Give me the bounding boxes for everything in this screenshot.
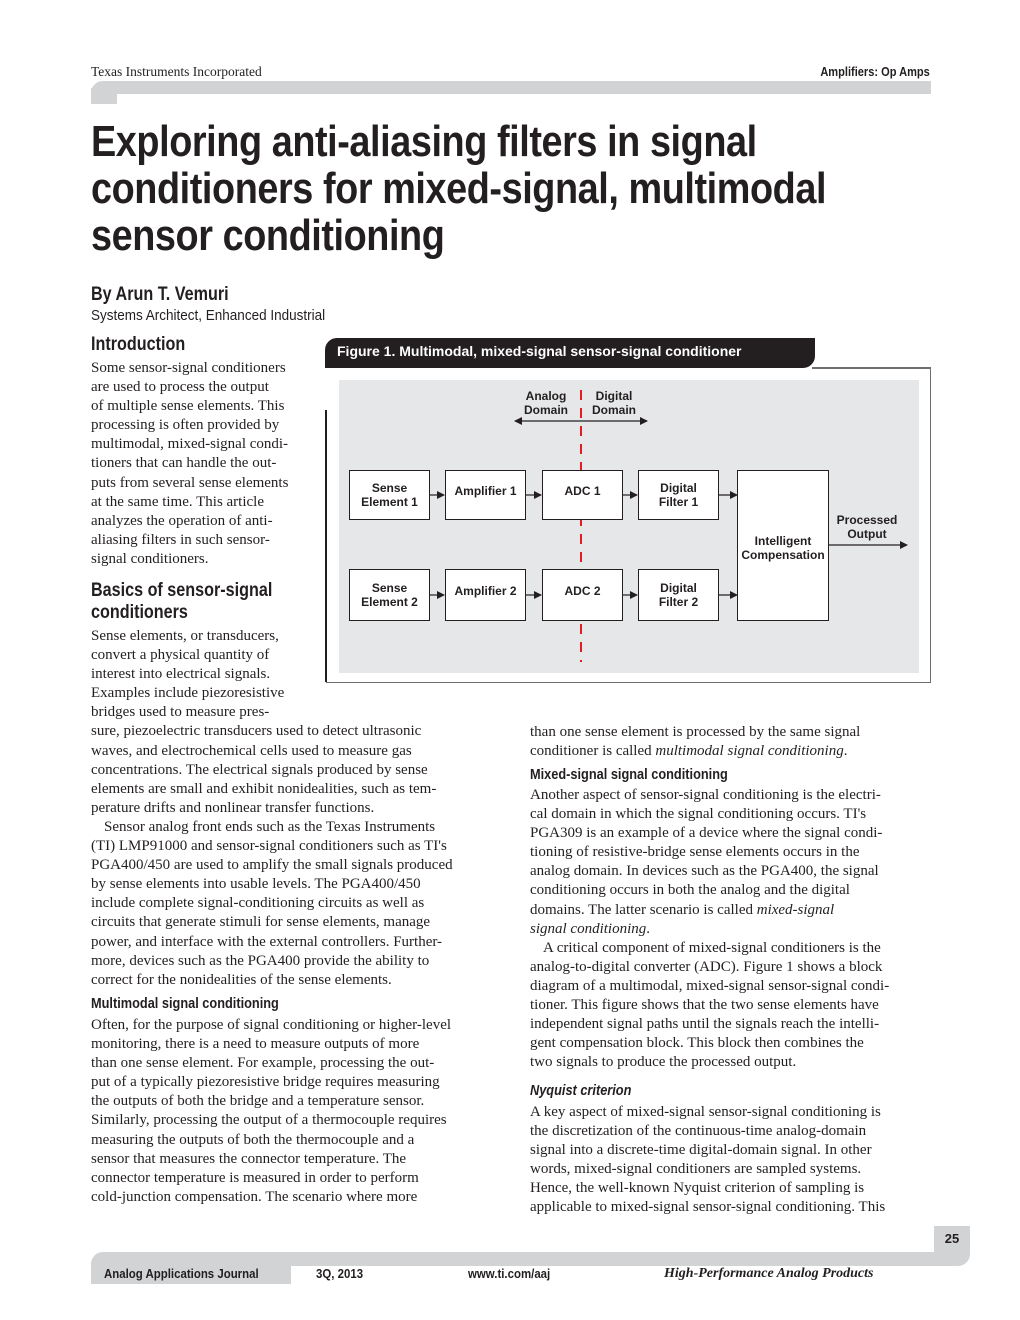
block-line: Amplifier 1	[454, 484, 517, 498]
text-line: gent compensation block. This block then…	[530, 1035, 864, 1052]
term-multimodal: multimodal signal conditioning	[655, 743, 844, 760]
processed-output-label: Processed Output	[828, 513, 906, 541]
text-line: independent signal paths until the signa…	[530, 1016, 880, 1033]
text-line: applicable to mixed-signal sensor-signal…	[530, 1199, 886, 1216]
text-line: analog-to-digital converter (ADC). Figur…	[530, 958, 883, 975]
text-line: monitoring, there is a need to measure o…	[91, 1036, 420, 1053]
text-line: circuits that generate stimuli for sense…	[91, 914, 431, 931]
text-line: put of a typically piezoresistive bridge…	[91, 1074, 440, 1091]
text-line: elements are small and exhibit nonideali…	[91, 780, 437, 797]
text-line: bridges used to measure pres-	[91, 704, 270, 721]
sense-element-2-block: Sense Element 2	[349, 569, 430, 621]
text-line: signal into a discrete-time digital-doma…	[530, 1142, 872, 1159]
nyquist-paragraph: A key aspect of mixed-signal sensor-sign…	[530, 1103, 885, 1218]
term-signal-conditioning: signal conditioning	[530, 920, 647, 937]
text-line: perature drifts and nonlinear transfer f…	[91, 799, 375, 816]
text-line: sensor that measures the connector tempe…	[91, 1150, 407, 1167]
block-line: Element 2	[361, 595, 418, 609]
text-line: domains. The latter scenario is called m…	[530, 901, 889, 920]
text-run: domains. The latter scenario is called	[530, 901, 757, 918]
digital-filter-2-block: Digital Filter 2	[638, 569, 719, 621]
text-line: conditioning occurs in both the analog a…	[530, 882, 850, 899]
term-mixed-signal: mixed-signal	[756, 901, 835, 918]
heading-mixed-signal: Mixed-signal signal conditioning	[530, 767, 728, 783]
label-line: Analog	[525, 389, 567, 403]
mixed-signal-paragraph: Another aspect of sensor-signal conditio…	[530, 786, 889, 1072]
label-line: Digital	[595, 389, 633, 403]
block-line: Sense	[371, 581, 408, 595]
text-line: more, devices such as the PGA400 provide…	[91, 952, 430, 969]
text-line: include complete signal-conditioning cir…	[91, 895, 425, 912]
text-line: words, mixed-signal conditioners are sam…	[530, 1161, 862, 1178]
text-line: A critical component of mixed-signal con…	[543, 939, 881, 956]
text-line: Another aspect of sensor-signal conditio…	[530, 787, 881, 803]
analog-domain-label: Analog Domain	[516, 389, 576, 417]
text-line: analog domain. In devices such as the PG…	[530, 863, 879, 880]
text-line: than one sense element. For example, pro…	[91, 1055, 435, 1072]
label-line: Output	[847, 526, 887, 541]
digital-domain-label: Digital Domain	[584, 389, 644, 417]
text-line: power, and interface with the external c…	[91, 933, 443, 950]
text-line: diagram of a multimodal, mixed-signal se…	[530, 977, 890, 994]
text-line: Sensor analog front ends such as the Tex…	[104, 818, 436, 835]
adc-2-block: ADC 2	[542, 569, 623, 621]
text-line: waves, and electrochemical cells used to…	[91, 742, 412, 759]
multimodal-continuation: than one sense element is processed by t…	[530, 723, 860, 761]
label-line: Domain	[591, 402, 636, 417]
sense-element-1-block: Sense Element 1	[349, 470, 430, 520]
text-run: .	[843, 743, 848, 760]
intelligent-compensation-block: Intelligent Compensation	[737, 470, 829, 621]
block-line: Filter 1	[658, 495, 699, 509]
adc-1-block: ADC 1	[542, 470, 623, 520]
text-line: Hence, the well-known Nyquist criterion …	[530, 1180, 865, 1197]
amplifier-2-block: Amplifier 2	[445, 569, 526, 621]
text-line: tioner. This figure shows that the two s…	[530, 997, 879, 1014]
text-run: conditioner is called	[530, 743, 656, 760]
text-line: correct for the nonidealities of the sen…	[91, 971, 392, 988]
text-line: PGA309 is an example of a device where t…	[530, 825, 883, 842]
label-line: Processed	[836, 513, 898, 527]
text-line: conditioner is called multimodal signal …	[530, 742, 860, 761]
block-line: Digital	[660, 581, 697, 595]
text-line: PGA400/450 are used to amplify the small…	[91, 857, 453, 874]
text-line: signal conditioning.	[530, 920, 889, 939]
text-line: (TI) LMP91000 and sensor-signal conditio…	[91, 838, 447, 855]
block-line: Amplifier 2	[454, 584, 517, 598]
text-line: than one sense element is processed by t…	[530, 724, 861, 740]
text-run: .	[646, 920, 650, 937]
block-line: ADC 1	[564, 484, 601, 498]
label-line: Domain	[523, 402, 568, 417]
text-line: measuring the outputs of both the thermo…	[91, 1131, 415, 1148]
block-line: Compensation	[741, 547, 825, 562]
heading-nyquist: Nyquist criterion	[530, 1083, 632, 1099]
text-line: connector temperature is measured in ord…	[91, 1169, 419, 1186]
block-line: Filter 2	[658, 595, 699, 609]
text-line: cold-junction compensation. The scenario…	[91, 1188, 418, 1205]
block-line: Digital	[660, 481, 697, 495]
multimodal-paragraph: Often, for the purpose of signal conditi…	[91, 1016, 451, 1207]
block-line: Intelligent	[754, 533, 812, 548]
block-line: ADC 2	[564, 584, 601, 598]
text-line: the outputs of both the bridge and a tem…	[91, 1093, 425, 1110]
digital-filter-1-block: Digital Filter 1	[638, 470, 719, 520]
text-line: A key aspect of mixed-signal sensor-sign…	[530, 1104, 881, 1120]
footer-url[interactable]: www.ti.com/aaj	[468, 1266, 550, 1281]
text-line: two signals to produce the processed out…	[530, 1054, 797, 1071]
text-line: the discretization of the continuous-tim…	[530, 1123, 867, 1140]
footer-issue: 3Q, 2013	[316, 1266, 364, 1281]
page-number: 25	[934, 1226, 970, 1252]
text-line: Often, for the purpose of signal conditi…	[91, 1017, 452, 1033]
heading-multimodal: Multimodal signal conditioning	[91, 996, 279, 1012]
text-line: cal domain in which the signal condition…	[530, 806, 867, 823]
text-line: by sense elements into usable levels. Th…	[91, 876, 421, 893]
amplifier-1-block: Amplifier 1	[445, 470, 526, 520]
text-line: Similarly, processing the output of a th…	[91, 1112, 447, 1129]
block-line: Sense	[371, 481, 408, 495]
footer-product-line: High-Performance Analog Products	[664, 1266, 874, 1281]
block-line: Element 1	[361, 495, 418, 509]
text-line: concentrations. The electrical signals p…	[91, 761, 428, 778]
text-line: tioning of resistive-bridge sense elemen…	[530, 844, 860, 861]
footer-journal: Analog Applications Journal	[104, 1266, 259, 1281]
text-line: sure, piezoelectric transducers used to …	[91, 723, 422, 740]
